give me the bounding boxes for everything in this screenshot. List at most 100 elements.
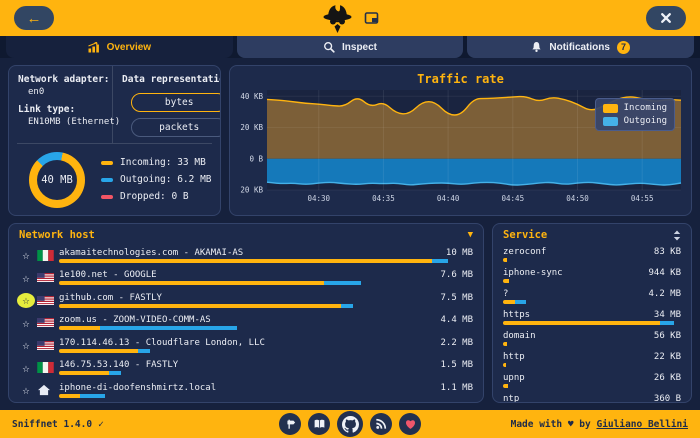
host-value: 7.5 MB	[440, 293, 473, 303]
service-row[interactable]: https 34 MB	[503, 307, 681, 328]
bell-icon	[531, 41, 542, 53]
host-row[interactable]: ☆iphone-di-doofenshmirtz.local1.1 MB	[15, 379, 473, 402]
link-type-value: EN10MB (Ethernet)	[18, 117, 103, 127]
service-value: 56 KB	[654, 331, 681, 341]
made-with-heart-icon: ♥	[568, 419, 574, 430]
service-name: http	[503, 352, 525, 362]
host-name: 170.114.46.13 - Cloudflare London, LLC	[59, 338, 265, 348]
author-link[interactable]: Giuliano Bellini	[596, 419, 688, 430]
roadmap-signpost-icon	[284, 418, 296, 430]
star-icon[interactable]: ☆	[15, 317, 37, 329]
svg-text:04:30: 04:30	[307, 194, 330, 203]
host-row[interactable]: ☆ github.com - FASTLY 7.5 MB	[15, 289, 473, 312]
host-main: github.com - FASTLY 7.5 MB	[59, 293, 473, 308]
service-name: ?	[503, 289, 508, 299]
tab-notifications[interactable]: Notifications 7	[467, 36, 694, 58]
svg-text:20 KB: 20 KB	[240, 123, 263, 132]
back-button[interactable]: ←	[14, 6, 54, 30]
wrench-icon	[659, 11, 673, 25]
host-row[interactable]: ☆ 170.114.46.13 - Cloudflare London, LLC 2…	[15, 334, 473, 357]
traffic-bar	[59, 394, 473, 398]
sort-toggle-icon[interactable]	[673, 230, 681, 241]
service-name: upnp	[503, 373, 525, 383]
host-main: zoom.us - ZOOM-VIDEO-COMM-AS4.4 MB	[59, 315, 473, 330]
network-host-title: Network host	[19, 229, 95, 241]
sniffnet-spy-logo-icon	[321, 2, 355, 34]
service-row[interactable]: domain 56 KB	[503, 328, 681, 349]
sniffnet-app: ←	[0, 0, 700, 438]
host-row[interactable]: ☆170.114.15.210 - AMAZON-AES707 KB	[15, 402, 473, 403]
service-value: 83 KB	[654, 247, 681, 257]
chart-title: Traffic rate	[417, 72, 504, 86]
service-value: 34 MB	[654, 310, 681, 320]
host-main: 170.114.46.13 - Cloudflare London, LLC 2.…	[59, 338, 473, 353]
traffic-bar	[503, 279, 681, 283]
service-row[interactable]: ?4.2 MB	[503, 286, 681, 307]
roadmap-button[interactable]	[279, 413, 301, 435]
bytes-button[interactable]: bytes	[131, 93, 221, 112]
tab-inspect[interactable]: Inspect	[237, 36, 464, 58]
host-value: 4.4 MB	[440, 315, 473, 325]
service-row[interactable]: iphone-sync944 KB	[503, 265, 681, 286]
traffic-bar	[503, 384, 681, 388]
service-row[interactable]: upnp26 KB	[503, 370, 681, 391]
sponsor-button[interactable]	[399, 413, 421, 435]
thumbnail-toggle-icon[interactable]	[365, 12, 380, 25]
country-flag-it	[37, 250, 59, 261]
host-name: github.com - FASTLY	[59, 293, 162, 303]
service-name: domain	[503, 331, 536, 341]
host-name: iphone-di-doofenshmirtz.local	[59, 383, 216, 393]
settings-button[interactable]	[646, 6, 686, 30]
svg-text:04:55: 04:55	[630, 194, 653, 203]
service-name: iphone-sync	[503, 268, 563, 278]
tab-label: Notifications	[549, 42, 610, 53]
host-row[interactable]: ☆ zoom.us - ZOOM-VIDEO-COMM-AS4.4 MB	[15, 312, 473, 335]
host-row[interactable]: ☆1e100.net - GOOGLE7.6 MB	[15, 267, 473, 290]
sort-dropdown-icon[interactable]: ▼	[468, 230, 473, 240]
service-title: Service	[503, 229, 547, 241]
network-adapter-label: Network adapter:	[18, 74, 103, 85]
traffic-bar	[59, 326, 473, 330]
country-flag-it	[37, 362, 59, 373]
service-panel: Service zeroconf83 KBiphone-sync944 KB?4…	[492, 223, 692, 403]
country-flag-us	[37, 295, 59, 306]
totals-center-value: 40 MB	[29, 152, 85, 208]
host-value: 2.2 MB	[440, 338, 473, 348]
star-icon[interactable]: ☆	[15, 272, 37, 284]
traffic-bar	[503, 342, 681, 346]
wiki-button[interactable]	[308, 413, 330, 435]
adapter-panel: Network adapter: en0 Link type: EN10MB (…	[8, 65, 221, 216]
traffic-bar	[59, 371, 473, 375]
host-name: 1e100.net - GOOGLE	[59, 270, 157, 280]
data-representation-label: Data representation:	[122, 74, 221, 85]
host-row[interactable]: ☆146.75.53.140 - FASTLY1.5 MB	[15, 357, 473, 380]
star-icon[interactable]: ☆	[15, 293, 37, 308]
host-rows: ☆akamaitechnologies.com - AKAMAI-AS10 MB…	[9, 242, 483, 402]
chart-legend-outgoing: Outgoing	[603, 116, 667, 126]
incoming-swatch	[603, 104, 618, 113]
github-button[interactable]	[337, 411, 363, 437]
country-flag-us	[37, 340, 59, 351]
star-icon[interactable]: ☆	[15, 339, 37, 351]
tab-overview[interactable]: Overview	[6, 36, 233, 58]
star-icon[interactable]: ☆	[15, 384, 37, 396]
star-icon[interactable]: ☆	[15, 249, 37, 261]
service-row[interactable]: zeroconf83 KB	[503, 244, 681, 265]
packets-button[interactable]: packets	[131, 118, 221, 137]
service-row[interactable]: ntp360 B	[503, 391, 681, 402]
incoming-swatch	[101, 161, 113, 165]
totals-donut-chart: 40 MB	[29, 152, 85, 208]
star-icon[interactable]: ☆	[15, 362, 37, 374]
notification-count-badge: 7	[617, 41, 630, 54]
home-icon	[37, 384, 59, 396]
service-name: https	[503, 310, 530, 320]
network-adapter-value: en0	[18, 87, 103, 97]
host-value: 10 MB	[446, 248, 473, 258]
news-button[interactable]	[370, 413, 392, 435]
host-row[interactable]: ☆akamaitechnologies.com - AKAMAI-AS10 MB	[15, 244, 473, 267]
service-row[interactable]: http22 KB	[503, 349, 681, 370]
chart-legend-incoming: Incoming	[603, 103, 667, 113]
back-arrow-icon: ←	[27, 11, 42, 26]
country-flag-us	[37, 317, 59, 328]
totals-legend: Incoming: 33 MB Outgoing: 6.2 MB Dropped…	[101, 157, 212, 202]
